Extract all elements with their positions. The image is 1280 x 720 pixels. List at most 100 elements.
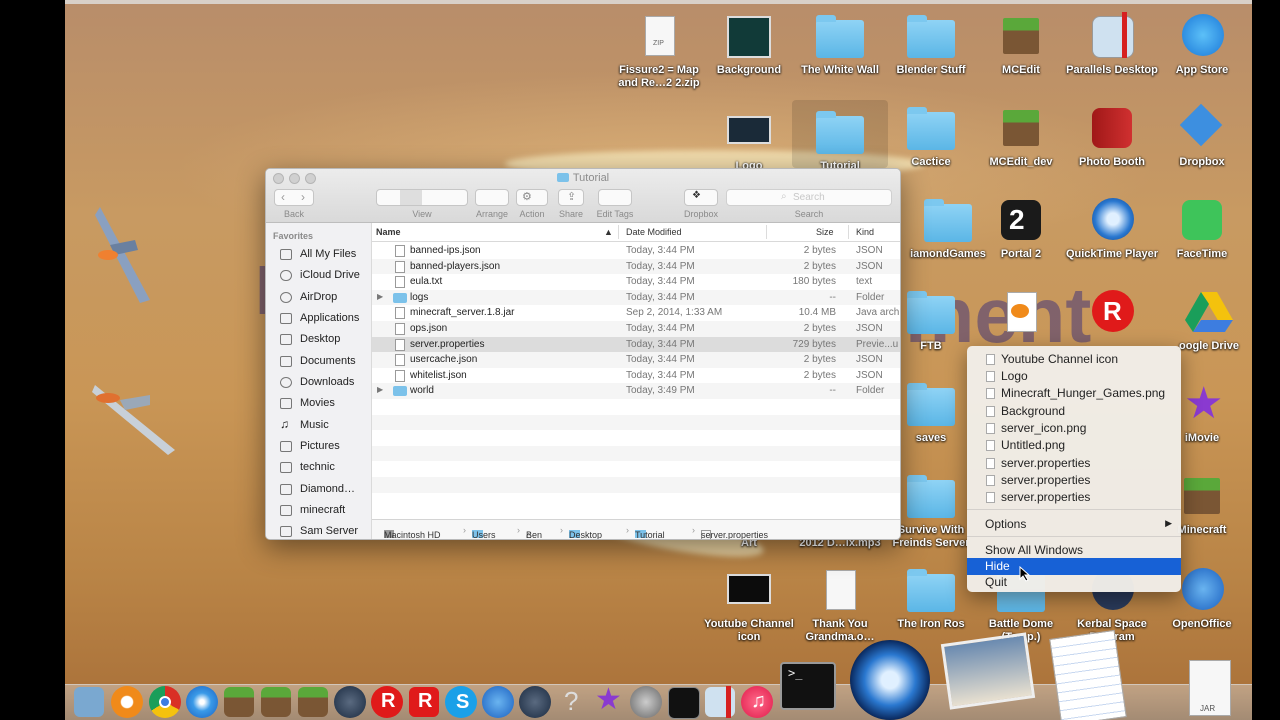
- sidebar-item-airdrop[interactable]: AirDrop: [280, 288, 372, 308]
- desktop-icon-zip[interactable]: ZIP Fissure2 = Map and Re…2 2.zip: [611, 12, 707, 90]
- action-button[interactable]: ⚙: [516, 189, 548, 206]
- desktop-icon-cactice[interactable]: Cactice: [883, 104, 979, 169]
- dock-terminal[interactable]: >_: [780, 662, 836, 710]
- menu-item-document[interactable]: server_icon.png: [967, 420, 1181, 437]
- menu-item-document[interactable]: Background: [967, 403, 1181, 420]
- file-row[interactable]: usercache.json Today, 3:44 PM 2 bytes JSON: [372, 352, 900, 368]
- sidebar-item-movies[interactable]: Movies: [280, 394, 372, 414]
- menu-item-document[interactable]: server.properties: [967, 489, 1181, 506]
- dock-mcedit-dev[interactable]: [297, 686, 329, 718]
- file-row[interactable]: eula.txt Today, 3:44 PM 180 bytes text: [372, 274, 900, 290]
- desktop-icon-quicktime[interactable]: QuickTime Player: [1064, 196, 1160, 261]
- menu-item-document[interactable]: server.properties: [967, 455, 1181, 472]
- sidebar-item-pictures[interactable]: Pictures: [280, 437, 372, 457]
- list-view-icon[interactable]: [400, 190, 422, 205]
- file-row[interactable]: whitelist.json Today, 3:44 PM 2 bytes JSON: [372, 368, 900, 384]
- column-kind[interactable]: Kind: [856, 227, 874, 237]
- sidebar-item-desktop[interactable]: Desktop: [280, 330, 372, 350]
- column-name[interactable]: Name: [376, 227, 401, 237]
- menu-item-document[interactable]: Logo: [967, 368, 1181, 385]
- dock-preview-large[interactable]: [940, 630, 1036, 710]
- menu-item-document[interactable]: Youtube Channel icon: [967, 351, 1181, 368]
- dock-parallels[interactable]: [704, 686, 736, 718]
- dock-skype[interactable]: S: [445, 686, 477, 718]
- sidebar-item-minecraft[interactable]: minecraft: [280, 501, 372, 521]
- column-date-modified[interactable]: Date Modified: [626, 227, 682, 237]
- dock-preview[interactable]: [73, 686, 105, 718]
- edit-tags-button[interactable]: [598, 189, 632, 206]
- desktop-icon-blender-stuff[interactable]: Blender Stuff: [883, 12, 979, 77]
- desktop-icon-mcedit-dev[interactable]: MCEdit_dev: [973, 104, 1069, 169]
- sidebar-item-sam-server[interactable]: Sam Server: [280, 522, 372, 539]
- sidebar-item-diamond[interactable]: Diamond…: [280, 480, 372, 500]
- desktop-icon-parallels[interactable]: Parallels Desktop: [1064, 12, 1160, 77]
- desktop-icon-iron-ros[interactable]: The Iron Ros: [883, 566, 979, 631]
- file-row[interactable]: ▶ logs Today, 3:44 PM -- Folder: [372, 289, 900, 306]
- arrange-button[interactable]: [475, 189, 509, 206]
- file-row[interactable]: ops.json Today, 3:44 PM 2 bytes JSON: [372, 320, 900, 337]
- view-segmented-control[interactable]: [376, 189, 468, 206]
- dock-chrome[interactable]: [149, 686, 181, 718]
- desktop-icon-facetime[interactable]: FaceTime: [1154, 196, 1250, 261]
- share-button[interactable]: ⇪: [558, 189, 584, 206]
- sidebar-item-all-my-files[interactable]: All My Files: [280, 245, 372, 265]
- dock-system-preferences[interactable]: [630, 686, 662, 718]
- preview-photo-icon: [940, 632, 1036, 710]
- sidebar-item-technic[interactable]: technic: [280, 458, 372, 478]
- dock-help[interactable]: ?: [556, 686, 588, 718]
- sidebar-item-downloads[interactable]: Downloads: [280, 373, 372, 393]
- desktop-icon-google-drive[interactable]: oogle Drive: [1154, 288, 1252, 353]
- file-row[interactable]: ▶ world Today, 3:49 PM -- Folder: [372, 383, 900, 399]
- menu-item-options[interactable]: Options ▶: [967, 516, 1181, 533]
- desktop-icon-app-store[interactable]: App Store: [1154, 12, 1250, 77]
- desktop-icon-logo[interactable]: Logo: [701, 108, 797, 173]
- search-field[interactable]: ⌕ Search: [726, 189, 892, 206]
- menu-item-show-all-windows[interactable]: Show All Windows: [967, 542, 1181, 559]
- menu-item-document[interactable]: Minecraft_Hunger_Games.png: [967, 385, 1181, 402]
- desktop-icon-white-wall[interactable]: The White Wall: [792, 12, 888, 77]
- desktop-icon-roblox[interactable]: R: [1064, 288, 1160, 340]
- sidebar-item-documents[interactable]: Documents: [280, 352, 372, 372]
- dock-jar-file[interactable]: JAR: [1189, 660, 1233, 718]
- file-row[interactable]: banned-ips.json Today, 3:44 PM 2 bytes JSON: [372, 243, 900, 259]
- desktop-icon-tutorial[interactable]: Tutorial: [792, 100, 888, 172]
- desktop-icon-blender-file[interactable]: [973, 288, 1069, 340]
- desktop-icon-photo-booth[interactable]: Photo Booth: [1064, 104, 1160, 169]
- sidebar-item-music[interactable]: ♫ Music: [280, 416, 372, 436]
- desktop-icon-portal2[interactable]: 2 Portal 2: [973, 196, 1069, 261]
- desktop-icon-thank-you[interactable]: Thank You Grandma.o…: [792, 566, 888, 644]
- disclosure-triangle-icon[interactable]: ▶: [377, 385, 383, 394]
- dock-itunes[interactable]: ♫: [741, 686, 773, 718]
- sidebar-item-applications[interactable]: Applications: [280, 309, 372, 329]
- back-forward-control[interactable]: ‹ ›: [274, 189, 314, 206]
- menu-item-quit[interactable]: Quit: [967, 574, 1181, 591]
- dock-blender[interactable]: [111, 686, 143, 718]
- desktop-icon-dropbox[interactable]: Dropbox: [1154, 103, 1250, 169]
- menu-item-document[interactable]: server.properties: [967, 472, 1181, 489]
- sidebar-item-icloud-drive[interactable]: iCloud Drive: [280, 266, 372, 286]
- disclosure-triangle-icon[interactable]: ▶: [377, 292, 383, 301]
- file-row-selected[interactable]: server.properties Today, 3:44 PM 729 bytes…: [372, 336, 900, 353]
- desktop-icon-youtube-channel-icon[interactable]: Youtube Channel icon: [701, 566, 797, 644]
- desktop-icon-mcedit[interactable]: MCEdit: [973, 12, 1069, 77]
- file-row[interactable]: banned-players.json Today, 3:44 PM 2 bytes…: [372, 258, 900, 275]
- dock-roblox-studio[interactable]: R: [408, 686, 440, 718]
- dock-steam-2[interactable]: [519, 686, 551, 718]
- menu-item-hide[interactable]: Hide: [967, 558, 1181, 575]
- dock-mcedit[interactable]: [260, 686, 292, 718]
- dock-roblox[interactable]: R: [371, 686, 403, 718]
- dock-activity-monitor[interactable]: [667, 686, 700, 719]
- dock-openoffice[interactable]: [482, 686, 514, 718]
- dock-imovie[interactable]: ★: [593, 684, 625, 718]
- dock-quicktime[interactable]: [850, 640, 930, 720]
- file-row[interactable]: minecraft_server.1.8.jar Sep 2, 2014, 1:3…: [372, 305, 900, 321]
- dock-safari[interactable]: [186, 686, 218, 718]
- dock-textedit[interactable]: [1049, 628, 1135, 720]
- menu-item-document[interactable]: Untitled.png: [967, 437, 1181, 454]
- desktop-icon-background[interactable]: Background: [701, 12, 797, 77]
- dropbox-toolbar-button[interactable]: ❖: [684, 189, 718, 206]
- path-separator-icon: ›: [560, 525, 563, 535]
- dock-steam[interactable]: [334, 686, 366, 718]
- column-size[interactable]: Size: [816, 227, 834, 237]
- dock-minecraft[interactable]: [223, 686, 255, 718]
